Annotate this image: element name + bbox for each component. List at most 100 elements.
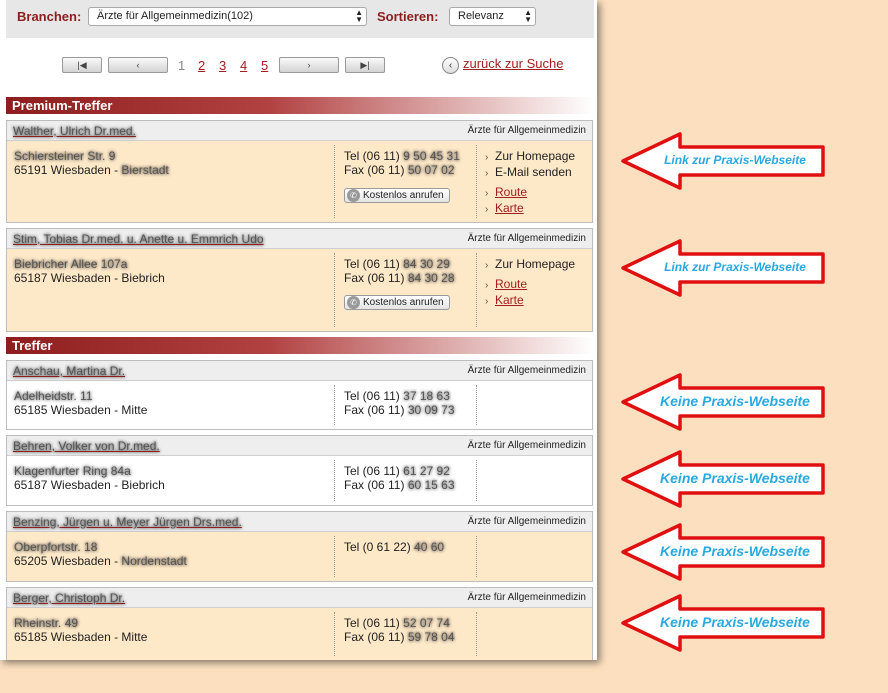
address: Oberpfortstr. 18 65205 Wiesbaden - Norde… [14,540,332,568]
chevron-right-icon: › [485,168,489,179]
card-header: Behren, Volker von Dr.med. Ärzte für All… [7,436,592,456]
result-card: Behren, Volker von Dr.med. Ärzte für All… [6,435,593,506]
city: 65187 Wiesbaden - Biebrich [14,478,165,492]
back-to-search-link[interactable]: zurück zur Suche [463,56,563,71]
district: Nordenstadt [121,554,187,568]
result-card: Walther, Ulrich Dr.med. Ärzte für Allgem… [6,120,593,223]
card-header: Walther, Ulrich Dr.med. Ärzte für Allgem… [7,121,592,141]
district: Bierstadt [121,163,169,177]
card-header: Stim, Tobias Dr.med. u. Anette u. Emmric… [7,229,592,249]
fax-label: Fax (06 11) [344,163,405,177]
route-link[interactable]: › Route [485,185,585,201]
next-page-button[interactable]: › [279,57,339,73]
map-link[interactable]: › Karte [485,201,585,217]
address: Schiersteiner Str. 9 65191 Wiesbaden - B… [14,149,332,177]
address: Klagenfurter Ring 84a 65187 Wiesbaden - … [14,464,332,492]
card-header: Berger, Christoph Dr. Ärzte für Allgemei… [7,588,592,608]
category-label: Ärzte für Allgemeinmedizin [467,440,586,451]
select-arrows-icon: ▲ ▼ [524,8,532,24]
street: Oberpfortstr. 18 [14,540,98,554]
callout-no-website: Keine Praxis-Webseite [660,470,810,486]
actions: › Zur Homepage › Route › Karte [485,257,585,309]
back-arrow-icon[interactable]: ‹ [442,57,459,74]
card-header: Anschau, Martina Dr. Ärzte für Allgemein… [7,361,592,381]
contact: Tel (06 11) 84 30 29 Fax (06 11) 84 30 2… [344,257,476,285]
page-link-4[interactable]: 4 [240,58,247,73]
page-link-3[interactable]: 3 [219,58,226,73]
route-link[interactable]: › Route [485,277,585,293]
card-body: Schiersteiner Str. 9 65191 Wiesbaden - B… [7,141,592,222]
callout-link-website: Link zur Praxis-Webseite [664,153,806,167]
prev-page-button[interactable]: ‹ [108,57,168,73]
chevron-right-icon: › [485,152,489,163]
doctor-name-link[interactable]: Behren, Volker von Dr.med. [13,439,160,453]
first-page-button[interactable]: |◀ [62,57,102,73]
chevron-right-icon: › [485,204,489,215]
contact: Tel (0 61 22) 40 60 [344,540,476,554]
call-free-button[interactable]: ✆ Kostenlos anrufen [344,188,450,203]
tel-number: 9 50 45 31 [403,149,460,163]
chevron-right-icon: › [485,260,489,271]
category-label: Ärzte für Allgemeinmedizin [467,365,586,376]
card-body: Klagenfurter Ring 84a 65187 Wiesbaden - … [7,456,592,505]
street: Schiersteiner Str. 9 [14,149,116,163]
section-treffer-heading: Treffer [6,337,594,354]
filter-bar: Branchen: Ärzte für Allgemeinmedizin(102… [6,0,594,38]
homepage-link[interactable]: › Zur Homepage [485,149,585,165]
branchen-select-value: Ärzte für Allgemeinmedizin(102) [97,10,253,22]
category-label: Ärzte für Allgemeinmedizin [467,233,586,244]
email-link[interactable]: › E-Mail senden [485,165,585,181]
doctor-name-link[interactable]: Stim, Tobias Dr.med. u. Anette u. Emmric… [13,232,264,246]
address: Rheinstr. 49 65185 Wiesbaden - Mitte [14,616,332,644]
city: 65187 Wiesbaden - Biebrich [14,271,165,285]
result-card: Anschau, Martina Dr. Ärzte für Allgemein… [6,360,593,430]
chevron-right-icon: › [485,296,489,307]
fax-number: 30 09 73 [407,403,455,417]
address: Adelheidstr. 11 65185 Wiesbaden - Mitte [14,389,332,417]
result-card: Berger, Christoph Dr. Ärzte für Allgemei… [6,587,593,660]
category-label: Ärzte für Allgemeinmedizin [467,516,586,527]
card-body: Oberpfortstr. 18 65205 Wiesbaden - Norde… [7,532,592,581]
contact: Tel (06 11) 61 27 92 Fax (06 11) 60 15 6… [344,464,476,492]
card-body: Adelheidstr. 11 65185 Wiesbaden - Mitte … [7,381,592,429]
result-card: Stim, Tobias Dr.med. u. Anette u. Emmric… [6,228,593,332]
contact: Tel (06 11) 9 50 45 31 Fax (06 11) 50 07… [344,149,476,177]
call-free-label: Kostenlos anrufen [363,190,444,201]
call-free-button[interactable]: ✆ Kostenlos anrufen [344,295,450,310]
doctor-name-link[interactable]: Anschau, Martina Dr. [13,364,125,378]
category-label: Ärzte für Allgemeinmedizin [467,592,586,603]
callout-link-website: Link zur Praxis-Webseite [664,260,806,274]
tel-label: Tel (06 11) [344,616,400,630]
doctor-name-link[interactable]: Benzing, Jürgen u. Meyer Jürgen Drs.med. [13,515,242,529]
tel-label: Tel (06 11) [344,389,400,403]
fax-label: Fax (06 11) [344,478,405,492]
fax-label: Fax (06 11) [344,403,405,417]
page-link-5[interactable]: 5 [261,58,268,73]
homepage-link[interactable]: › Zur Homepage [485,257,585,273]
tel-number: 84 30 29 [403,257,450,271]
street: Klagenfurter Ring 84a [14,464,131,478]
page-link-2[interactable]: 2 [198,58,205,73]
map-link[interactable]: › Karte [485,293,585,309]
contact: Tel (06 11) 52 07 74 Fax (06 11) 59 78 0… [344,616,476,644]
fax-number: 50 07 02 [407,163,455,177]
actions: › Zur Homepage › E-Mail senden › Route › Kar… [485,149,585,217]
sortieren-select[interactable]: Relevanz ▲ ▼ [449,7,536,26]
card-body: Biebricher Allee 107a 65187 Wiesbaden - … [7,249,592,331]
street: Biebricher Allee 107a [14,257,128,271]
street: Rheinstr. 49 [14,616,79,630]
last-page-button[interactable]: ▶| [345,57,385,73]
fax-number: 60 15 63 [407,478,455,492]
tel-label: Tel (06 11) [344,464,400,478]
fax-number: 59 78 04 [407,630,455,644]
sortieren-label: Sortieren: [377,9,439,24]
tel-label: Tel (06 11) [344,257,400,271]
chevron-right-icon: › [485,188,489,199]
phone-icon: ✆ [347,296,360,309]
card-header: Benzing, Jürgen u. Meyer Jürgen Drs.med.… [7,512,592,532]
branchen-select[interactable]: Ärzte für Allgemeinmedizin(102) ▲ ▼ [88,7,367,26]
tel-number: 52 07 74 [403,616,450,630]
doctor-name-link[interactable]: Walther, Ulrich Dr.med. [13,124,136,138]
tel-number: 61 27 92 [403,464,450,478]
doctor-name-link[interactable]: Berger, Christoph Dr. [13,591,125,605]
